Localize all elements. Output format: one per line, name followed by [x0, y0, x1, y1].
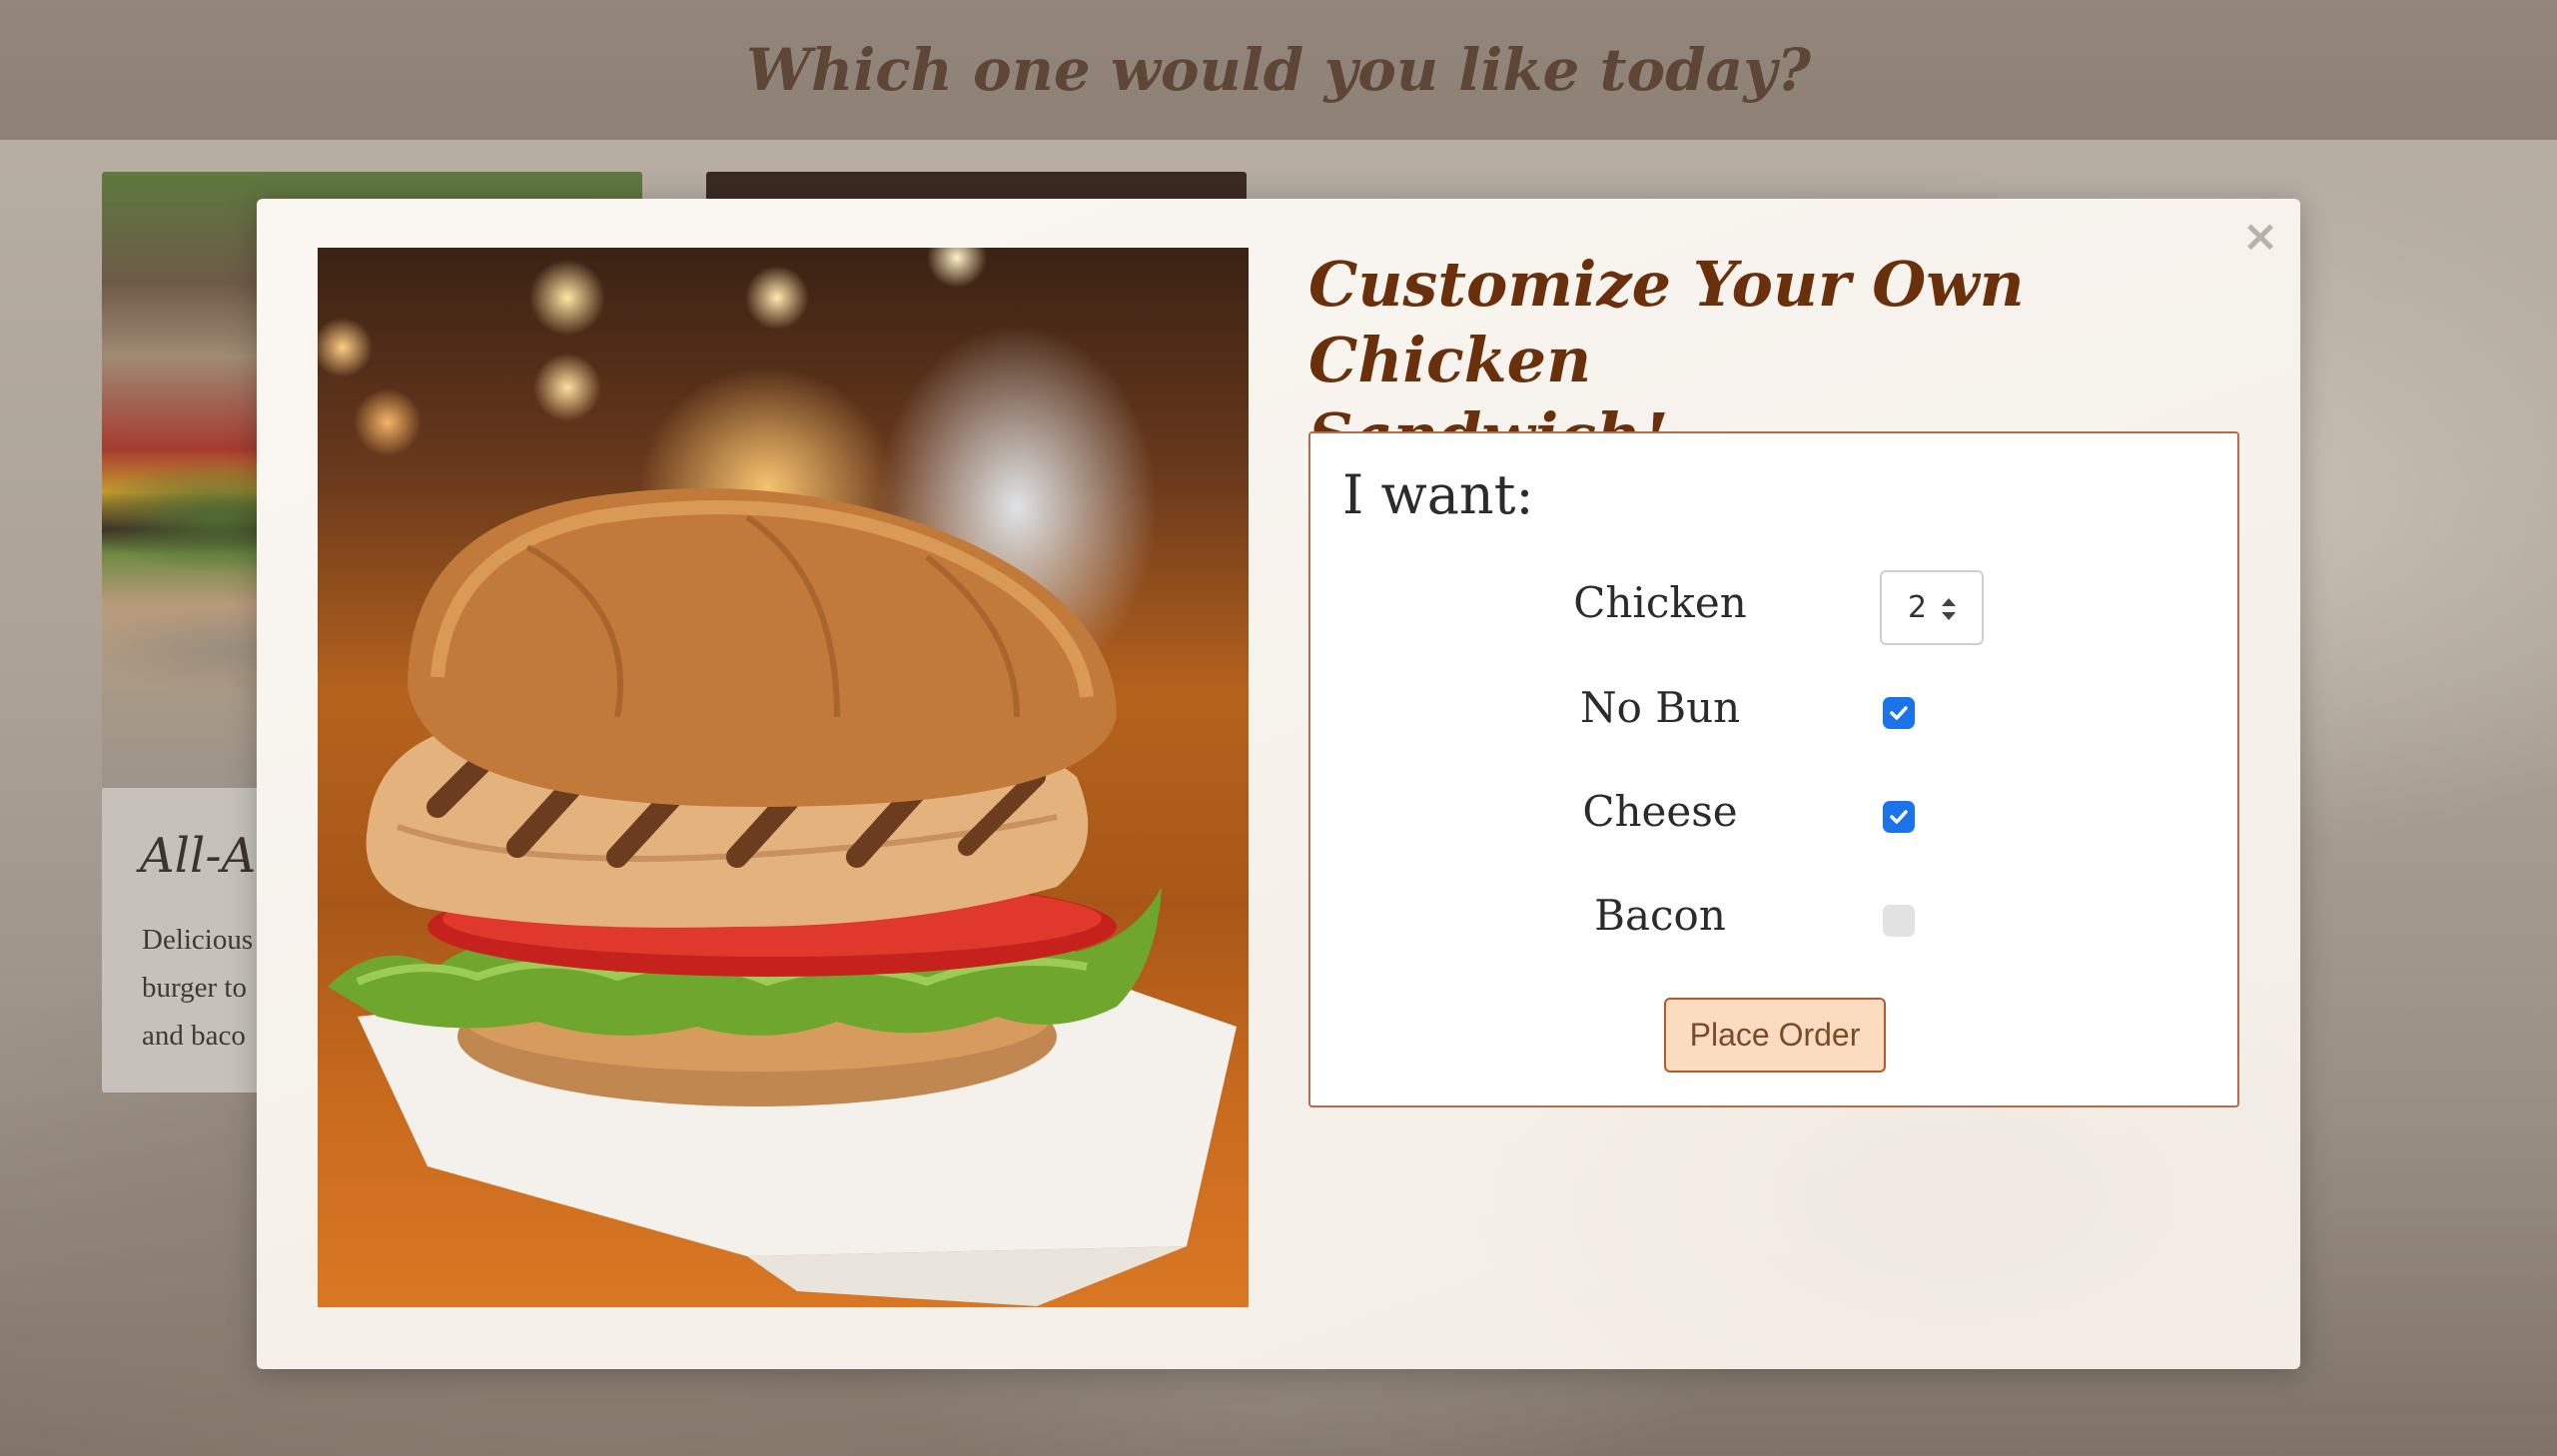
chicken-quantity-value: 2	[1908, 590, 1928, 625]
bacon-checkbox[interactable]	[1883, 905, 1915, 937]
stepper-arrows-icon	[1942, 598, 1956, 620]
no-bun-label: No Bun	[1579, 683, 1741, 732]
chicken-sandwich-illustration	[328, 488, 1237, 1306]
close-icon[interactable]: ×	[2240, 215, 2280, 259]
order-form-heading: I want:	[1342, 463, 1534, 526]
chicken-label: Chicken	[1573, 578, 1747, 627]
chicken-sandwich-photo	[318, 248, 1249, 1307]
order-form: I want: Chicken 2 No Bun Cheese Bacon Pl…	[1308, 431, 2239, 1107]
page-heading: Which one would you like today?	[746, 36, 1811, 104]
place-order-button[interactable]: Place Order	[1664, 998, 1886, 1073]
checkmark-icon	[1890, 810, 1908, 824]
customize-modal: × Customize Your Own Chicken I want: Chi…	[257, 199, 2300, 1369]
chicken-quantity-select[interactable]: 2	[1880, 570, 1984, 645]
checkmark-icon	[1890, 706, 1908, 720]
bacon-label: Bacon	[1594, 891, 1726, 940]
cheese-label: Cheese	[1582, 787, 1738, 836]
page-header: Which one would you like today?	[0, 0, 2557, 140]
cheese-checkbox[interactable]	[1883, 801, 1915, 833]
modal-title-line: Customize Your Own Chicken	[1308, 248, 2025, 396]
no-bun-checkbox[interactable]	[1883, 697, 1915, 729]
